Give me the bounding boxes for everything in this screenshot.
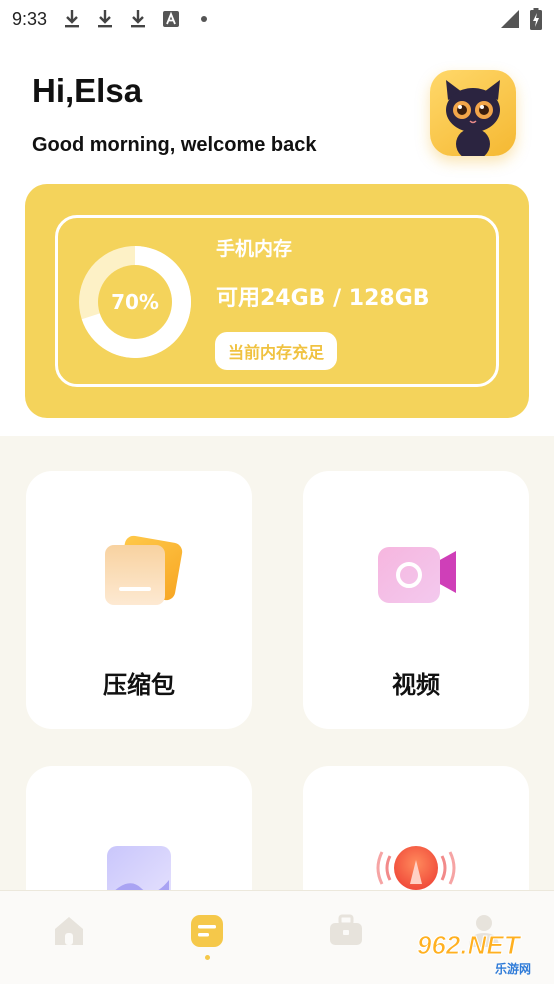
site-watermark: 962.NET 乐游网 <box>415 930 549 980</box>
storage-label: 手机内存 <box>216 238 293 260</box>
tile-video[interactable]: 视频 <box>303 471 529 729</box>
files-icon[interactable] <box>187 911 227 951</box>
toolbox-icon[interactable] <box>326 911 366 951</box>
header-section: Hi,Elsa Good morning, welcome back 70% 手… <box>0 38 554 436</box>
cell-signal-icon <box>500 9 520 33</box>
watermark-main: 962.NET <box>417 930 521 961</box>
greeting-subtitle: Good morning, welcome back <box>32 134 317 156</box>
storage-value: 可用24GB / 128GB <box>216 286 430 311</box>
status-time: 9:33 <box>12 8 48 29</box>
storage-status-badge: 当前内存充足 <box>215 332 338 370</box>
greeting-title: Hi,Elsa <box>32 72 143 109</box>
storage-card[interactable]: 70% 手机内存 可用24GB / 128GB 当前内存充足 <box>25 184 529 418</box>
download-icon <box>63 9 81 29</box>
watermark-sub: 乐游网 <box>495 962 532 976</box>
active-indicator-dot <box>205 955 210 960</box>
tile-video-label: 视频 <box>392 671 440 699</box>
video-camera-icon <box>378 547 456 603</box>
archive-folder-icon <box>105 535 183 605</box>
storage-percent: 70% <box>111 290 159 314</box>
tile-archive-label: 压缩包 <box>103 671 175 699</box>
status-right-icons <box>500 8 542 34</box>
home-icon[interactable] <box>49 911 89 951</box>
download-icon <box>129 9 147 29</box>
font-a-icon <box>162 9 180 29</box>
download-icon <box>96 9 114 29</box>
tile-archive[interactable]: 压缩包 <box>26 471 252 729</box>
dot-icon <box>195 9 213 29</box>
black-cat-avatar-icon[interactable] <box>430 70 516 156</box>
status-bar: 9:33 <box>0 0 554 38</box>
battery-charging-icon <box>530 8 542 34</box>
